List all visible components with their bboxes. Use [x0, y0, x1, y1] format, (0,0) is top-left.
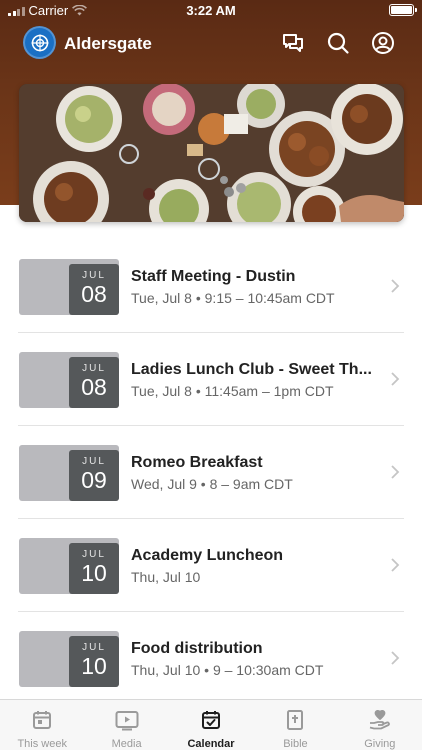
calendar-check-icon [199, 708, 223, 732]
event-row[interactable]: JUL 10 Food distribution Thu, Jul 10 • 9… [0, 612, 422, 705]
play-icon [115, 708, 139, 732]
battery-fill [391, 6, 412, 14]
hero-image[interactable] [19, 84, 404, 222]
event-title: Romeo Breakfast [131, 454, 263, 471]
tab-media[interactable]: Media [84, 700, 168, 750]
heart-hand-icon [368, 708, 392, 732]
event-datetime: Tue, Jul 8 • 9:15 – 10:45am CDT [131, 290, 335, 306]
event-title: Food distribution [131, 640, 263, 657]
chevron-right-icon [391, 558, 400, 572]
date-day: 08 [81, 374, 107, 400]
event-row[interactable]: JUL 08 Ladies Lunch Club - Sweet Th... T… [0, 333, 422, 426]
tab-giving[interactable]: Giving [338, 700, 422, 750]
event-datetime: Thu, Jul 10 [131, 569, 201, 585]
date-badge: JUL 09 [69, 450, 119, 501]
bible-icon [283, 708, 307, 732]
event-datetime: Tue, Jul 8 • 11:45am – 1pm CDT [131, 383, 334, 399]
tab-this-week[interactable]: This week [0, 700, 84, 750]
tab-bar: This week Media Calendar Bible Giving [0, 699, 422, 750]
event-datetime: Wed, Jul 9 • 8 – 9am CDT [131, 476, 293, 492]
chat-icon[interactable] [281, 31, 305, 55]
tab-bible[interactable]: Bible [253, 700, 337, 750]
date-badge: JUL 10 [69, 543, 119, 594]
top-nav: Aldersgate [0, 26, 422, 62]
tab-label: Calendar [187, 738, 235, 750]
tab-label: This week [17, 738, 67, 750]
event-title: Academy Luncheon [131, 547, 284, 564]
battery-icon [389, 4, 417, 16]
chevron-right-icon [391, 372, 400, 386]
event-datetime: Thu, Jul 10 • 9 – 10:30am CDT [131, 662, 324, 678]
tab-label: Media [111, 738, 142, 750]
date-month: JUL [82, 363, 106, 374]
profile-icon[interactable] [371, 31, 395, 55]
event-title: Staff Meeting - Dustin [131, 268, 296, 285]
date-badge: JUL 08 [69, 264, 119, 315]
event-title: Ladies Lunch Club - Sweet Th... [131, 361, 372, 378]
date-day: 10 [81, 653, 107, 679]
date-month: JUL [82, 549, 106, 560]
date-day: 08 [81, 281, 107, 307]
date-month: JUL [82, 456, 106, 467]
app-name: Aldersgate [64, 34, 152, 53]
event-row[interactable]: JUL 10 Academy Luncheon Thu, Jul 10 [0, 519, 422, 612]
date-month: JUL [82, 270, 106, 281]
date-month: JUL [82, 642, 106, 653]
date-day: 09 [81, 467, 107, 493]
chevron-right-icon [391, 651, 400, 665]
status-bar: Carrier 3:22 AM [0, 0, 422, 22]
chevron-right-icon [391, 465, 400, 479]
event-row[interactable]: JUL 08 Staff Meeting - Dustin Tue, Jul 8… [0, 240, 422, 333]
status-time: 3:22 AM [186, 3, 236, 18]
date-day: 10 [81, 560, 107, 586]
event-row[interactable]: JUL 09 Romeo Breakfast Wed, Jul 9 • 8 – … [0, 426, 422, 519]
calendar-day-icon [30, 708, 54, 732]
search-icon[interactable] [326, 31, 350, 55]
date-badge: JUL 10 [69, 636, 119, 687]
tab-calendar[interactable]: Calendar [169, 700, 253, 750]
events-list: JUL 08 Staff Meeting - Dustin Tue, Jul 8… [0, 240, 422, 705]
logo-icon[interactable] [23, 26, 56, 59]
tab-label: Giving [364, 738, 396, 750]
tab-label: Bible [283, 738, 308, 750]
food-table-photo [19, 84, 404, 222]
chevron-right-icon [391, 279, 400, 293]
date-badge: JUL 08 [69, 357, 119, 408]
